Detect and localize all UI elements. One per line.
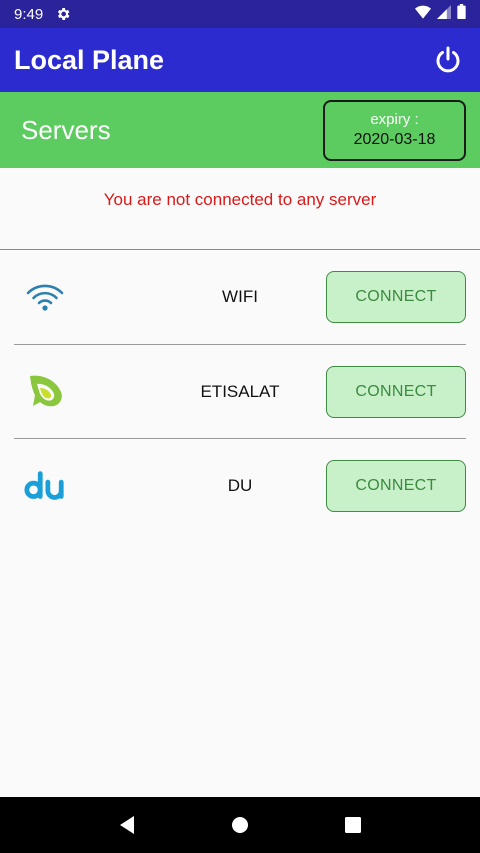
recents-icon	[345, 817, 362, 833]
status-right-icons	[415, 4, 466, 24]
servers-header: Servers expiry : 2020-03-18	[0, 92, 480, 168]
home-button[interactable]	[220, 805, 260, 845]
servers-title: Servers	[21, 114, 111, 145]
connection-status-message: You are not connected to any server	[103, 190, 377, 209]
status-time: 9:49	[14, 5, 44, 23]
wifi-icon	[24, 276, 66, 318]
connect-button-etisalat[interactable]: CONNECT	[326, 365, 466, 418]
du-logo-icon	[24, 465, 66, 507]
connect-button-du[interactable]: CONNECT	[326, 460, 466, 513]
connect-button-wifi[interactable]: CONNECT	[326, 271, 466, 324]
wifi-status-icon	[415, 5, 431, 24]
server-row-du: DU CONNECT	[0, 439, 480, 534]
server-name: ETISALAT	[200, 381, 280, 401]
status-bar: 9:49	[0, 0, 480, 28]
expiry-date: 2020-03-18	[353, 131, 436, 148]
cell-signal-icon	[437, 4, 451, 24]
app-title: Local Plane	[14, 44, 165, 75]
server-row-etisalat: ETISALAT CONNECT	[0, 345, 480, 439]
server-name: WIFI	[222, 287, 258, 307]
nav-bar	[0, 797, 480, 853]
server-row-wifi: WIFI CONNECT	[0, 250, 480, 345]
expiry-box: expiry : 2020-03-18	[323, 99, 466, 161]
back-button[interactable]	[107, 805, 147, 845]
home-icon	[231, 817, 248, 833]
back-icon	[119, 816, 134, 834]
etisalat-logo-icon	[24, 371, 66, 413]
server-name: DU	[227, 476, 253, 496]
recents-button[interactable]	[333, 805, 373, 845]
server-list: WIFI CONNECT ETISALAT CONNECT DU CONNECT	[0, 250, 480, 534]
expiry-label: expiry :	[370, 111, 419, 128]
app-bar: Local Plane	[0, 28, 480, 92]
power-button[interactable]	[430, 42, 466, 78]
battery-icon	[457, 4, 466, 24]
power-icon	[436, 46, 460, 73]
settings-gear-icon	[55, 6, 71, 22]
